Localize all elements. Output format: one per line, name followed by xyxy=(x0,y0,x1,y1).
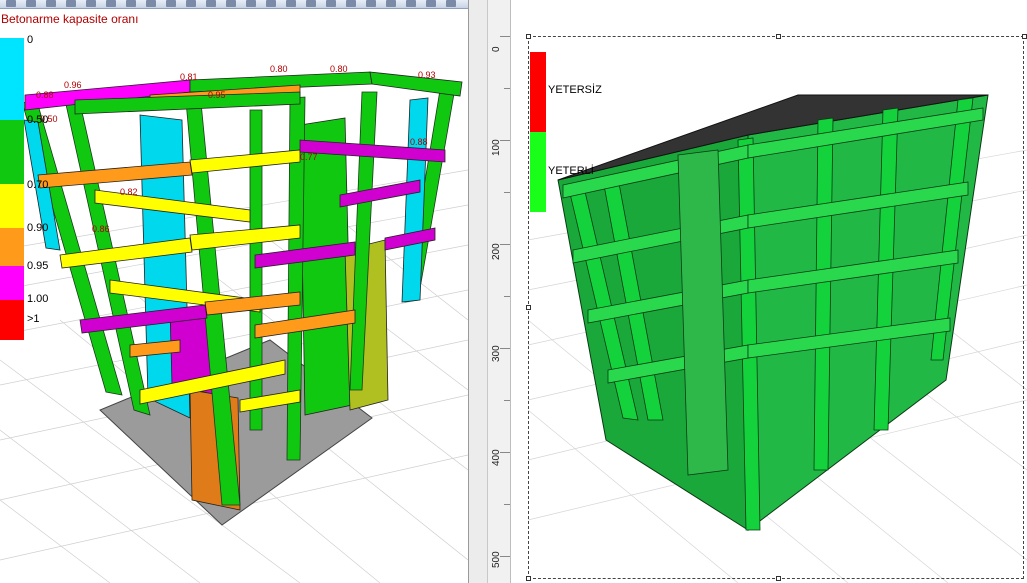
legend-label: >1 xyxy=(27,313,40,325)
legend-swatch xyxy=(0,38,24,120)
beam-ratio-label: 0.82 xyxy=(120,187,138,197)
legend-label: 0.70 xyxy=(27,179,49,191)
pane-splitter[interactable] xyxy=(468,0,488,583)
beam-ratio-label: 0.88 xyxy=(410,137,428,147)
selection-frame[interactable] xyxy=(528,36,1024,579)
legend-label: 0 xyxy=(27,34,34,46)
resize-handle[interactable] xyxy=(1022,34,1027,39)
capacity-ratio-model: 0.96 0.88 0.81 0.80 0.80 0.93 0.50 0.95 … xyxy=(0,64,468,583)
legend-label: 0.50 xyxy=(27,114,49,126)
legend-swatch xyxy=(530,132,546,212)
resize-handle[interactable] xyxy=(776,576,781,581)
legend-swatch xyxy=(0,120,24,184)
legend-swatch xyxy=(530,52,546,132)
beam-ratio-label: 0.80 xyxy=(330,64,348,74)
beam-ratio-label: 0.93 xyxy=(418,70,436,80)
legend-label: 0.90 xyxy=(27,222,49,234)
resize-handle[interactable] xyxy=(526,576,531,581)
resize-handle[interactable] xyxy=(526,305,531,310)
legend-label: 1.00 xyxy=(27,293,49,305)
legend-label: YETERSİZ xyxy=(548,84,602,96)
beam-ratio-label: 0.88 xyxy=(36,90,54,100)
resize-handle[interactable] xyxy=(526,34,531,39)
beam-ratio-label: 0.80 xyxy=(270,64,288,74)
legend-swatch xyxy=(0,266,24,300)
capacity-ratio-viewport[interactable]: 0.96 0.88 0.81 0.80 0.80 0.93 0.50 0.95 … xyxy=(0,0,468,583)
resize-handle[interactable] xyxy=(776,34,781,39)
beam-ratio-label: 0.81 xyxy=(180,72,198,82)
legend-swatch xyxy=(0,300,24,340)
beam-ratio-label: 0.96 xyxy=(64,80,82,90)
legend-label: YETERLİ xyxy=(548,165,594,177)
legend-swatch xyxy=(0,184,24,228)
beam-ratio-label: 0.86 xyxy=(92,224,110,234)
adequacy-viewport[interactable]: 0 100 200 300 400 500 YETERSİZ YETERLİ xyxy=(488,0,1027,583)
beam-ratio-label: 0.77 xyxy=(300,152,318,162)
legend-label: 0.95 xyxy=(27,260,49,272)
beam-ratio-label: 0.95 xyxy=(208,90,226,100)
legend-swatch xyxy=(0,228,24,266)
legend-title: Betonarme kapasite oranı xyxy=(1,12,139,26)
